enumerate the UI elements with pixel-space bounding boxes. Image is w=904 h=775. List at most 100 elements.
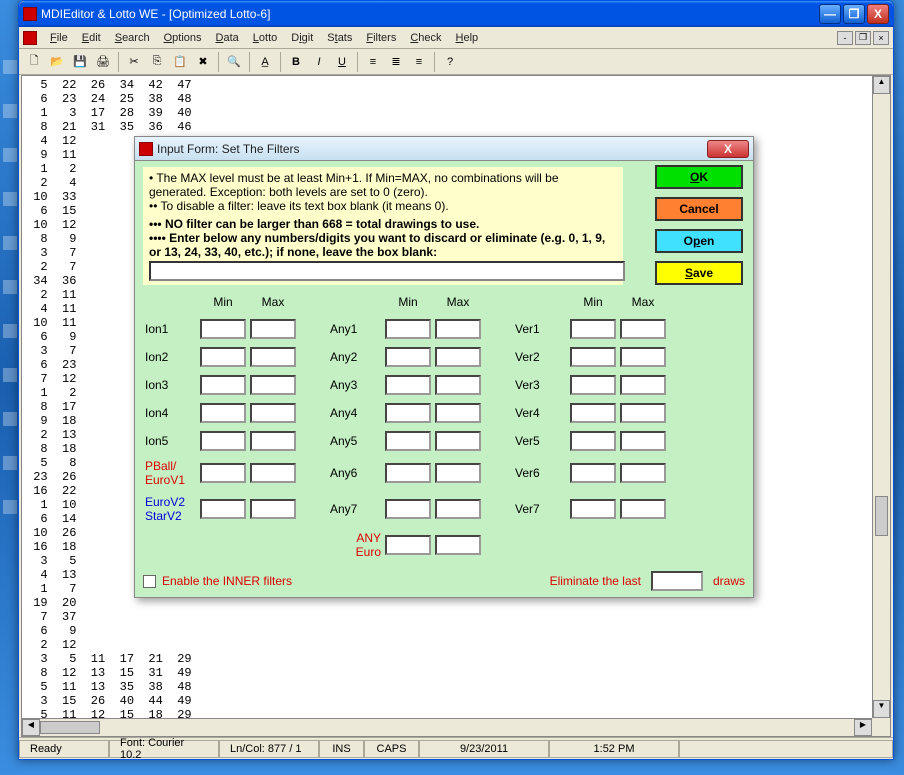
pball-label: PBall/EuroV1: [143, 455, 198, 491]
menu-options[interactable]: Options: [157, 30, 209, 46]
copy-icon[interactable]: ⎘: [146, 51, 168, 73]
mdi-restore-button[interactable]: ❐: [855, 31, 871, 45]
any2-max-input[interactable]: [435, 347, 481, 367]
menu-stats[interactable]: Stats: [320, 30, 359, 46]
eliminate-input[interactable]: [651, 571, 703, 591]
menu-lotto[interactable]: Lotto: [246, 30, 284, 46]
any6-min-input[interactable]: [385, 463, 431, 483]
titlebar: MDIEditor & Lotto WE - [Optimized Lotto-…: [19, 1, 893, 27]
mdi-minimize-button[interactable]: -: [837, 31, 853, 45]
new-icon[interactable]: 🗋: [23, 51, 45, 73]
menu-edit[interactable]: Edit: [75, 30, 108, 46]
scroll-right-button[interactable]: ▶: [854, 719, 872, 736]
ver4-min-input[interactable]: [570, 403, 616, 423]
ver3-min-input[interactable]: [570, 375, 616, 395]
any5-max-input[interactable]: [435, 431, 481, 451]
save-button[interactable]: Save: [655, 261, 743, 285]
vertical-scrollbar[interactable]: ▲ ▼: [872, 76, 890, 718]
ver6-min-input[interactable]: [570, 463, 616, 483]
ver6-max-input[interactable]: [620, 463, 666, 483]
ion4-max-input[interactable]: [250, 403, 296, 423]
menu-search[interactable]: Search: [108, 30, 157, 46]
align-center-icon[interactable]: ≣: [385, 51, 407, 73]
any7-max-input[interactable]: [435, 499, 481, 519]
open-button[interactable]: Open: [655, 229, 743, 253]
eurov2-min-input[interactable]: [200, 499, 246, 519]
italic-icon[interactable]: I: [308, 51, 330, 73]
info-line-4: •••• Enter below any numbers/digits you …: [149, 231, 617, 259]
dialog-close-button[interactable]: X: [707, 140, 749, 158]
menu-filters[interactable]: Filters: [359, 30, 403, 46]
ion3-min-input[interactable]: [200, 375, 246, 395]
ion2-max-input[interactable]: [250, 347, 296, 367]
menu-digit[interactable]: Digit: [284, 30, 320, 46]
ver3-max-input[interactable]: [620, 375, 666, 395]
ver7-min-input[interactable]: [570, 499, 616, 519]
minimize-button[interactable]: —: [819, 4, 841, 24]
open-icon[interactable]: 📂: [46, 51, 68, 73]
paste-icon[interactable]: 📋: [169, 51, 191, 73]
scroll-thumb-h[interactable]: [40, 721, 100, 734]
ver1-max-input[interactable]: [620, 319, 666, 339]
align-left-icon[interactable]: ≡: [362, 51, 384, 73]
ion5-max-input[interactable]: [250, 431, 296, 451]
menu-check[interactable]: Check: [403, 30, 448, 46]
filter-grid: Min Max Min Max Min Max Ion1Any1Ver1Ion2…: [143, 295, 745, 563]
ver1-min-input[interactable]: [570, 319, 616, 339]
mdi-close-button[interactable]: ×: [873, 31, 889, 45]
ion1-max-input[interactable]: [250, 319, 296, 339]
pball-max-input[interactable]: [250, 463, 296, 483]
any4-max-input[interactable]: [435, 403, 481, 423]
col-min-1: Min: [198, 295, 248, 315]
menu-data[interactable]: Data: [209, 30, 246, 46]
any6-max-input[interactable]: [435, 463, 481, 483]
align-right-icon[interactable]: ≡: [408, 51, 430, 73]
cut-icon[interactable]: ✂: [123, 51, 145, 73]
eurov2-max-input[interactable]: [250, 499, 296, 519]
ver5-max-input[interactable]: [620, 431, 666, 451]
find-icon[interactable]: 🔍: [223, 51, 245, 73]
any1-min-input[interactable]: [385, 319, 431, 339]
ion5-min-input[interactable]: [200, 431, 246, 451]
menu-help[interactable]: Help: [449, 30, 486, 46]
bold-icon[interactable]: B: [285, 51, 307, 73]
scroll-down-button[interactable]: ▼: [873, 700, 890, 718]
maximize-button[interactable]: ❐: [843, 4, 865, 24]
ion4-min-input[interactable]: [200, 403, 246, 423]
ver5-min-input[interactable]: [570, 431, 616, 451]
enable-inner-checkbox[interactable]: [143, 575, 156, 588]
ion3-max-input[interactable]: [250, 375, 296, 395]
any4-min-input[interactable]: [385, 403, 431, 423]
anyeuro-max-input[interactable]: [435, 535, 481, 555]
delete-icon[interactable]: ✖: [192, 51, 214, 73]
ver7-max-input[interactable]: [620, 499, 666, 519]
close-button[interactable]: X: [867, 4, 889, 24]
ion1-min-input[interactable]: [200, 319, 246, 339]
ion2-min-input[interactable]: [200, 347, 246, 367]
scroll-thumb[interactable]: [875, 496, 888, 536]
anyeuro-min-input[interactable]: [385, 535, 431, 555]
ver2-max-input[interactable]: [620, 347, 666, 367]
save-icon[interactable]: 💾: [69, 51, 91, 73]
horizontal-scrollbar[interactable]: ◀ ▶: [22, 718, 872, 736]
menu-file[interactable]: File: [43, 30, 75, 46]
ok-button[interactable]: OK: [655, 165, 743, 189]
pball-min-input[interactable]: [200, 463, 246, 483]
any1-max-input[interactable]: [435, 319, 481, 339]
dialog-bottom-row: Enable the INNER filters Eliminate the l…: [143, 571, 745, 591]
ver4-max-input[interactable]: [620, 403, 666, 423]
any2-min-input[interactable]: [385, 347, 431, 367]
any3-min-input[interactable]: [385, 375, 431, 395]
scroll-up-button[interactable]: ▲: [873, 76, 890, 94]
help-icon[interactable]: ?: [439, 51, 461, 73]
underline-icon[interactable]: U: [331, 51, 353, 73]
scroll-left-button[interactable]: ◀: [22, 719, 40, 736]
any7-min-input[interactable]: [385, 499, 431, 519]
any3-max-input[interactable]: [435, 375, 481, 395]
ver2-min-input[interactable]: [570, 347, 616, 367]
findnext-icon[interactable]: A̲: [254, 51, 276, 73]
cancel-button[interactable]: Cancel: [655, 197, 743, 221]
discard-input[interactable]: [149, 261, 625, 281]
any5-min-input[interactable]: [385, 431, 431, 451]
print-icon[interactable]: 🖨: [92, 51, 114, 73]
